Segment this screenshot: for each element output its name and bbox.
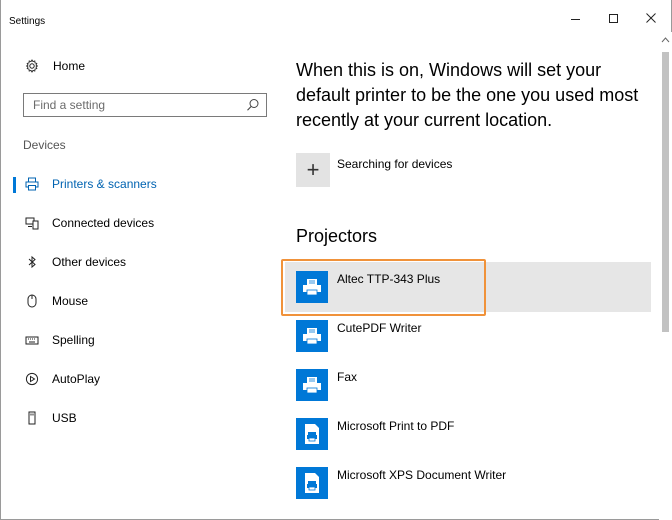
print-to-file-icon — [296, 467, 328, 499]
sidebar-item-other-devices[interactable]: Other devices — [1, 243, 281, 281]
title-bar[interactable]: Settings — [1, 0, 672, 32]
sidebar-item-spelling[interactable]: Spelling — [1, 321, 281, 359]
sidebar-item-label: AutoPlay — [52, 372, 101, 386]
window-title: Settings — [9, 16, 46, 27]
gear-icon — [25, 59, 39, 73]
scrollbar[interactable] — [659, 32, 672, 520]
maximize-button[interactable] — [605, 10, 621, 26]
device-item-cutepdf[interactable]: CutePDF Writer — [285, 311, 651, 361]
sidebar-item-label: USB — [52, 411, 77, 425]
device-item-ms-print-to-pdf[interactable]: Microsoft Print to PDF — [285, 409, 651, 459]
searching-label: Searching for devices — [337, 157, 453, 171]
device-item-fax[interactable]: Fax — [285, 360, 651, 410]
active-indicator — [13, 177, 16, 193]
device-item-altec[interactable]: Altec TTP-343 Plus — [285, 262, 651, 312]
default-printer-description: When this is on, Windows will set your d… — [296, 60, 639, 130]
home-nav-item[interactable]: Home — [25, 58, 85, 74]
scroll-thumb[interactable] — [662, 52, 669, 332]
device-label: Microsoft XPS Document Writer — [337, 468, 507, 482]
connected-devices-icon — [25, 216, 39, 230]
sidebar-item-label: Printers & scanners — [52, 177, 157, 191]
device-label: Altec TTP-343 Plus — [337, 272, 441, 286]
device-label: CutePDF Writer — [337, 321, 422, 335]
home-label: Home — [53, 59, 86, 73]
main-pane: When this is on, Windows will set your d… — [281, 32, 659, 520]
devices-section-label: Devices — [23, 138, 66, 152]
printer-device-icon — [296, 271, 328, 303]
settings-window: Settings Home Find a setting Devices Pri… — [0, 0, 672, 520]
sidebar-item-connected-devices[interactable]: Connected devices — [1, 204, 281, 242]
printer-device-icon — [296, 320, 328, 352]
search-input[interactable] — [24, 94, 244, 116]
sidebar-item-label: Spelling — [52, 333, 95, 347]
printer-device-icon — [296, 369, 328, 401]
usb-icon — [25, 411, 39, 425]
sidebar-item-label: Other devices — [52, 255, 127, 269]
sidebar-item-usb[interactable]: USB — [1, 399, 281, 437]
sidebar-item-autoplay[interactable]: AutoPlay — [1, 360, 281, 398]
sidebar: Home Devices Printers & scanners — [1, 32, 281, 520]
sidebar-item-label: Connected devices — [52, 216, 155, 230]
add-device-row[interactable]: + Searching for devices — [296, 153, 452, 187]
device-label: Fax — [337, 370, 358, 384]
search-icon[interactable] — [246, 98, 260, 112]
scroll-up-icon[interactable] — [661, 36, 670, 44]
maximize-icon — [608, 13, 618, 23]
search-box[interactable] — [23, 93, 267, 117]
device-item-ms-xps-writer[interactable]: Microsoft XPS Document Writer — [285, 458, 651, 508]
autoplay-icon — [25, 372, 39, 386]
bluetooth-icon — [25, 255, 39, 269]
close-button[interactable] — [643, 10, 659, 26]
sidebar-item-printers-scanners[interactable]: Printers & scanners — [1, 165, 281, 203]
printer-icon — [25, 177, 39, 191]
keyboard-icon — [25, 333, 39, 347]
projectors-heading: Projectors — [296, 226, 378, 246]
sidebar-item-label: Mouse — [52, 294, 89, 308]
minimize-button[interactable] — [567, 10, 583, 26]
plus-icon[interactable]: + — [296, 153, 330, 187]
mouse-icon — [25, 294, 39, 308]
minimize-icon — [570, 19, 580, 20]
device-label: Microsoft Print to PDF — [337, 419, 455, 433]
close-icon — [646, 13, 656, 23]
sidebar-item-mouse[interactable]: Mouse — [1, 282, 281, 320]
print-to-file-icon — [296, 418, 328, 450]
